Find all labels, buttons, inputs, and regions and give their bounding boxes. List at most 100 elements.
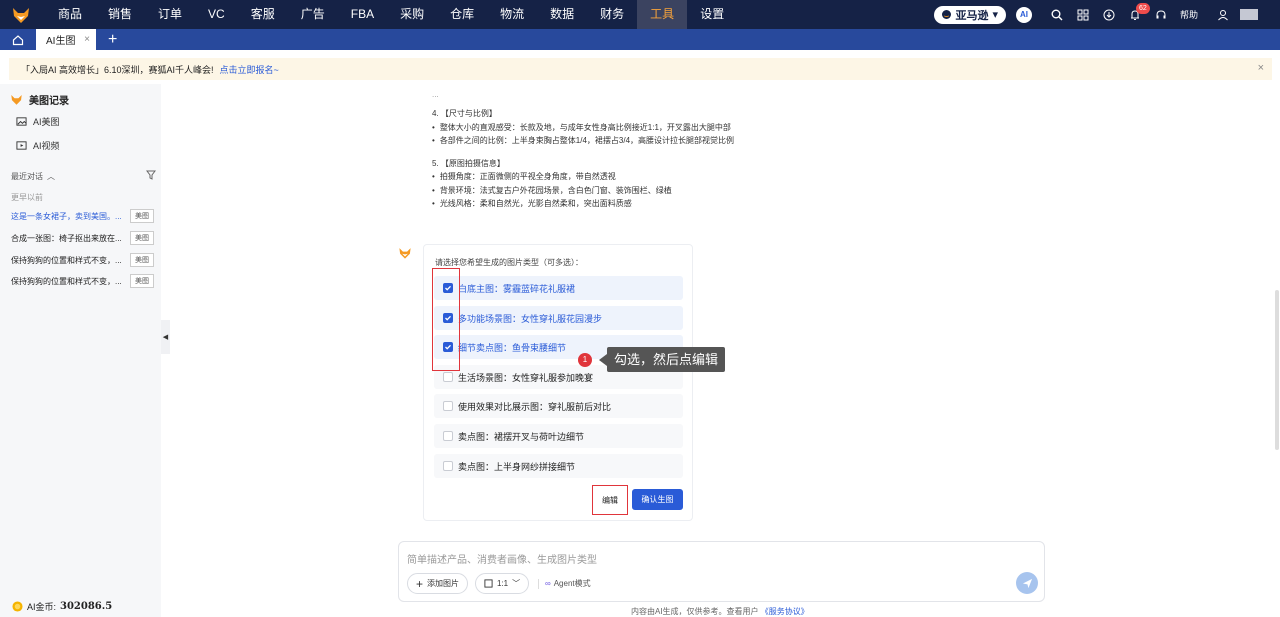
nav-item-purchase[interactable]: 采购: [387, 0, 437, 29]
callout-arrow: [599, 353, 607, 366]
section-bullet: 背景环境：法式复古户外花园场景，含白色门窗、装饰围栏、绿植: [432, 184, 734, 198]
apps-grid-icon[interactable]: [1070, 0, 1096, 29]
filter-icon[interactable]: [146, 170, 156, 180]
prompt-input-placeholder[interactable]: 简单描述产品、消费者画像、生成图片类型: [407, 551, 597, 566]
divider: [538, 579, 539, 589]
tab-bar: AI生图 × +: [0, 29, 1280, 50]
image-type-option[interactable]: 卖点图：上半身网纱拼接细节: [434, 454, 683, 478]
send-icon: [1022, 578, 1032, 588]
home-icon[interactable]: [0, 29, 36, 50]
promo-banner: 「入局AI 高效增长」6.10深圳，赛狐AI千人峰会! 点击立即报名~ ×: [9, 58, 1272, 80]
add-tab-button[interactable]: +: [108, 29, 117, 50]
sidebar-item-ai-image[interactable]: AI美图: [16, 115, 60, 128]
image-type-option[interactable]: 多功能场景图：女性穿礼服花园漫步: [434, 306, 683, 330]
plus-icon: +: [416, 576, 424, 591]
amazon-icon: [942, 10, 952, 19]
conversation-title: 保持狗狗的位置和样式不变，...: [11, 255, 122, 265]
ratio-label: 1:1: [497, 579, 509, 588]
tab-close-icon[interactable]: ×: [84, 34, 90, 45]
selection-prompt: 请选择您希望生成的图片类型（可多选）：: [435, 258, 583, 267]
sidebar-item-ai-video[interactable]: AI视频: [16, 139, 60, 152]
prompt-input-box[interactable]: 简单描述产品、消费者画像、生成图片类型 + 添加图片 1:1 ﹀ ∞ Agent…: [398, 541, 1045, 602]
conversation-item[interactable]: 保持狗狗的位置和样式不变，... 美图: [0, 270, 161, 292]
marketplace-select[interactable]: 亚马逊 ▾: [934, 5, 1006, 24]
response-section: 4. 【尺寸与比例】 整体大小的直观感受：长款及地，与成年女性身高比例接近1:1…: [432, 107, 734, 148]
section-bullet: 光线风格：柔和自然光，光影自然柔和，突出面料质感: [432, 197, 734, 211]
account-name-placeholder[interactable]: [1240, 9, 1258, 20]
add-image-button[interactable]: + 添加图片: [407, 573, 469, 594]
nav-item-service[interactable]: 客服: [238, 0, 288, 29]
tab-ai-image[interactable]: AI生图 ×: [36, 29, 96, 50]
agent-mode-toggle[interactable]: ∞ Agent模式: [545, 578, 591, 589]
search-icon[interactable]: [1044, 0, 1070, 29]
chevron-left-icon: ◀: [162, 334, 169, 341]
agent-mode-label: Agent模式: [553, 579, 591, 588]
recent-conversations-toggle[interactable]: 最近对话 ︿: [11, 171, 55, 182]
image-type-option[interactable]: 卖点图：裙摆开叉与荷叶边细节: [434, 424, 683, 448]
ai-assistant-icon[interactable]: AI: [1015, 6, 1032, 23]
fox-logo[interactable]: [11, 5, 31, 25]
coin-icon: [12, 601, 23, 612]
nav-item-settings[interactable]: 设置: [687, 0, 737, 29]
image-type-option[interactable]: 白底主图：雾霾蓝碎花礼服裙: [434, 276, 683, 300]
conversation-item[interactable]: 这是一条女裙子，卖到美国。... 美图: [0, 205, 161, 227]
infinity-icon: ∞: [545, 579, 551, 588]
option-label: 白底主图：雾霾蓝碎花礼服裙: [458, 283, 576, 294]
nav-item-finance[interactable]: 财务: [587, 0, 637, 29]
aspect-ratio-select[interactable]: 1:1 ﹀: [475, 573, 530, 594]
response-section: 5. 【原图拍摄信息】 拍摄角度：正面微侧的平视全身角度，带自然透视 背景环境：…: [432, 157, 734, 211]
nav-item-fba[interactable]: FBA: [338, 0, 387, 29]
conversation-title: 这是一条女裙子，卖到美国。...: [11, 211, 122, 221]
conversation-title: 保持狗狗的位置和样式不变，...: [11, 276, 122, 286]
download-icon[interactable]: [1096, 0, 1122, 29]
option-label: 多功能场景图：女性穿礼服花园漫步: [458, 313, 603, 324]
nav-item-warehouse[interactable]: 仓库: [437, 0, 487, 29]
checkbox[interactable]: [443, 372, 453, 382]
recent-label: 最近对话: [11, 172, 43, 181]
checkbox[interactable]: [443, 461, 453, 471]
fox-logo-icon: [11, 94, 22, 105]
image-icon: [16, 117, 27, 126]
callout-text: 勾选，然后点编辑: [607, 347, 726, 372]
help-link[interactable]: 帮助: [1180, 8, 1198, 21]
confirm-generate-button[interactable]: 确认生图: [632, 489, 683, 510]
conversation-tag: 美图: [130, 253, 154, 267]
user-avatar-icon[interactable]: [1210, 0, 1236, 29]
video-icon: [16, 141, 27, 150]
nav-item-products[interactable]: 商品: [45, 0, 95, 29]
option-label: 卖点图：上半身网纱拼接细节: [458, 461, 576, 472]
nav-item-tools[interactable]: 工具: [637, 0, 688, 29]
nav-item-ads[interactable]: 广告: [288, 0, 338, 29]
nav-item-logistics[interactable]: 物流: [487, 0, 537, 29]
service-agreement-link[interactable]: 《服务协议》: [761, 607, 809, 616]
disclaimer-footer: 内容由AI生成，仅供参考。查看用户 《服务协议》: [631, 606, 809, 617]
page-scrollbar[interactable]: [1275, 290, 1279, 450]
nav-item-data[interactable]: 数据: [537, 0, 587, 29]
headset-icon[interactable]: [1148, 0, 1174, 29]
caret-down-icon: ▾: [992, 9, 998, 21]
image-type-option[interactable]: 使用效果对比展示图：穿礼服前后对比: [434, 394, 683, 418]
bell-icon[interactable]: 62: [1122, 0, 1150, 29]
send-button[interactable]: [1016, 572, 1038, 594]
checkbox[interactable]: [443, 401, 453, 411]
nav-item-sales[interactable]: 销售: [95, 0, 145, 29]
top-nav: 商品 销售 订单 VC 客服 广告 FBA 采购 仓库 物流 数据 财务 工具 …: [0, 0, 1280, 29]
banner-signup-link[interactable]: 点击立即报名~: [220, 63, 279, 76]
section-bullet: 各部件之间的比例：上半身束胸占整体1/4，裙摆占3/4，高腰设计拉长腿部视觉比例: [432, 134, 734, 148]
square-icon: [484, 579, 493, 588]
nav-item-orders[interactable]: 订单: [145, 0, 195, 29]
chevron-down-icon: ﹀: [512, 579, 521, 588]
sidebar-collapse-handle[interactable]: ◀: [161, 320, 170, 354]
option-label: 使用效果对比展示图：穿礼服前后对比: [458, 401, 612, 412]
conversation-item[interactable]: 合成一张图：椅子抠出来放在... 美图: [0, 227, 161, 249]
banner-close-icon[interactable]: ×: [1258, 62, 1264, 74]
disclaimer-text: 内容由AI生成，仅供参考。查看用户: [631, 607, 759, 616]
conversation-tag: 美图: [130, 209, 154, 223]
conversation-item[interactable]: 保持狗狗的位置和样式不变，... 美图: [0, 249, 161, 271]
checkbox[interactable]: [443, 431, 453, 441]
marketplace-label: 亚马逊: [955, 9, 989, 22]
section-bullet: 整体大小的直观感受：长款及地，与成年女性身高比例接近1:1，开叉露出大腿中部: [432, 121, 734, 135]
nav-item-vc[interactable]: VC: [195, 0, 238, 29]
sidebar-item-label: AI美图: [33, 117, 60, 127]
sidebar-title: 美图记录: [29, 96, 69, 107]
